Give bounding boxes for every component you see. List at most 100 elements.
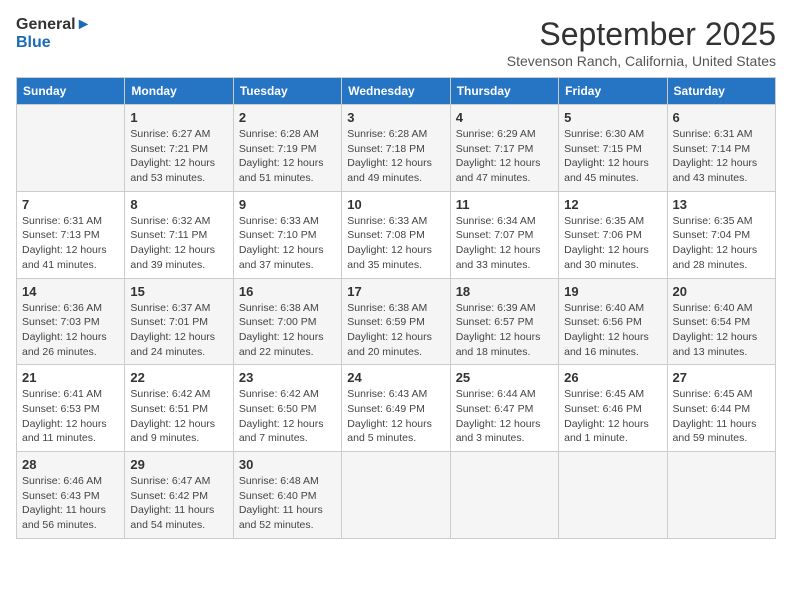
calendar-cell bbox=[17, 105, 125, 192]
day-number: 18 bbox=[456, 284, 553, 299]
calendar-cell: 4 Sunrise: 6:29 AMSunset: 7:17 PMDaylight… bbox=[450, 105, 558, 192]
calendar-table: SundayMondayTuesdayWednesdayThursdayFrid… bbox=[16, 77, 776, 539]
day-info: Sunrise: 6:35 AMSunset: 7:04 PMDaylight:… bbox=[673, 215, 758, 271]
calendar-cell: 7 Sunrise: 6:31 AMSunset: 7:13 PMDaylight… bbox=[17, 191, 125, 278]
calendar-cell: 30 Sunrise: 6:48 AMSunset: 6:40 PMDayligh… bbox=[233, 452, 341, 539]
day-info: Sunrise: 6:43 AMSunset: 6:49 PMDaylight:… bbox=[347, 388, 432, 444]
day-info: Sunrise: 6:46 AMSunset: 6:43 PMDaylight:… bbox=[22, 475, 106, 531]
calendar-cell: 1Sunrise: 6:27 AMSunset: 7:21 PMDaylight… bbox=[125, 105, 233, 192]
calendar-cell: 10Sunrise: 6:33 AMSunset: 7:08 PMDayligh… bbox=[342, 191, 450, 278]
day-number: 29 bbox=[130, 457, 227, 472]
day-info: Sunrise: 6:28 AMSunset: 7:19 PMDaylight:… bbox=[239, 128, 324, 184]
calendar-week-row: 28 Sunrise: 6:46 AMSunset: 6:43 PMDayligh… bbox=[17, 452, 776, 539]
calendar-cell: 21 Sunrise: 6:41 AMSunset: 6:53 PMDayligh… bbox=[17, 365, 125, 452]
calendar-cell: 28 Sunrise: 6:46 AMSunset: 6:43 PMDayligh… bbox=[17, 452, 125, 539]
calendar-week-row: 14Sunrise: 6:36 AMSunset: 7:03 PMDayligh… bbox=[17, 278, 776, 365]
day-number: 15 bbox=[130, 284, 227, 299]
calendar-cell: 18 Sunrise: 6:39 AMSunset: 6:57 PMDayligh… bbox=[450, 278, 558, 365]
day-number: 11 bbox=[456, 197, 553, 212]
day-info: Sunrise: 6:38 AMSunset: 7:00 PMDaylight:… bbox=[239, 302, 324, 358]
day-info: Sunrise: 6:48 AMSunset: 6:40 PMDaylight:… bbox=[239, 475, 323, 531]
day-info: Sunrise: 6:41 AMSunset: 6:53 PMDaylight:… bbox=[22, 388, 107, 444]
calendar-cell: 24 Sunrise: 6:43 AMSunset: 6:49 PMDayligh… bbox=[342, 365, 450, 452]
day-number: 5 bbox=[564, 110, 661, 125]
day-info: Sunrise: 6:44 AMSunset: 6:47 PMDaylight:… bbox=[456, 388, 541, 444]
day-info: Sunrise: 6:40 AMSunset: 6:56 PMDaylight:… bbox=[564, 302, 649, 358]
day-number: 27 bbox=[673, 370, 770, 385]
weekday-header-row: SundayMondayTuesdayWednesdayThursdayFrid… bbox=[17, 78, 776, 105]
day-number: 24 bbox=[347, 370, 444, 385]
calendar-cell: 16 Sunrise: 6:38 AMSunset: 7:00 PMDayligh… bbox=[233, 278, 341, 365]
day-number: 7 bbox=[22, 197, 119, 212]
day-info: Sunrise: 6:42 AMSunset: 6:51 PMDaylight:… bbox=[130, 388, 215, 444]
calendar-cell: 12Sunrise: 6:35 AMSunset: 7:06 PMDayligh… bbox=[559, 191, 667, 278]
calendar-cell: 9 Sunrise: 6:33 AMSunset: 7:10 PMDaylight… bbox=[233, 191, 341, 278]
calendar-cell bbox=[667, 452, 775, 539]
day-info: Sunrise: 6:35 AMSunset: 7:06 PMDaylight:… bbox=[564, 215, 649, 271]
header: General► Blue September 2025 Stevenson R… bbox=[16, 16, 776, 69]
weekday-header: Saturday bbox=[667, 78, 775, 105]
day-number: 14 bbox=[22, 284, 119, 299]
day-info: Sunrise: 6:31 AMSunset: 7:13 PMDaylight:… bbox=[22, 215, 107, 271]
day-info: Sunrise: 6:30 AMSunset: 7:15 PMDaylight:… bbox=[564, 128, 649, 184]
day-number: 1 bbox=[130, 110, 227, 125]
weekday-header: Thursday bbox=[450, 78, 558, 105]
calendar-cell: 13Sunrise: 6:35 AMSunset: 7:04 PMDayligh… bbox=[667, 191, 775, 278]
day-number: 2 bbox=[239, 110, 336, 125]
day-number: 17 bbox=[347, 284, 444, 299]
weekday-header: Tuesday bbox=[233, 78, 341, 105]
calendar-cell: 14Sunrise: 6:36 AMSunset: 7:03 PMDayligh… bbox=[17, 278, 125, 365]
calendar-cell: 11 Sunrise: 6:34 AMSunset: 7:07 PMDayligh… bbox=[450, 191, 558, 278]
day-info: Sunrise: 6:34 AMSunset: 7:07 PMDaylight:… bbox=[456, 215, 541, 271]
day-number: 6 bbox=[673, 110, 770, 125]
day-info: Sunrise: 6:38 AMSunset: 6:59 PMDaylight:… bbox=[347, 302, 432, 358]
calendar-cell: 27 Sunrise: 6:45 AMSunset: 6:44 PMDayligh… bbox=[667, 365, 775, 452]
day-info: Sunrise: 6:39 AMSunset: 6:57 PMDaylight:… bbox=[456, 302, 541, 358]
calendar-cell: 22 Sunrise: 6:42 AMSunset: 6:51 PMDayligh… bbox=[125, 365, 233, 452]
day-number: 20 bbox=[673, 284, 770, 299]
weekday-header: Wednesday bbox=[342, 78, 450, 105]
calendar-cell: 26 Sunrise: 6:45 AMSunset: 6:46 PMDayligh… bbox=[559, 365, 667, 452]
day-info: Sunrise: 6:29 AMSunset: 7:17 PMDaylight:… bbox=[456, 128, 541, 184]
calendar-cell: 17 Sunrise: 6:38 AMSunset: 6:59 PMDayligh… bbox=[342, 278, 450, 365]
calendar-cell: 2 Sunrise: 6:28 AMSunset: 7:19 PMDaylight… bbox=[233, 105, 341, 192]
day-number: 8 bbox=[130, 197, 227, 212]
title-area: September 2025 Stevenson Ranch, Californ… bbox=[507, 16, 776, 69]
day-info: Sunrise: 6:31 AMSunset: 7:14 PMDaylight:… bbox=[673, 128, 758, 184]
calendar-week-row: 1Sunrise: 6:27 AMSunset: 7:21 PMDaylight… bbox=[17, 105, 776, 192]
month-title: September 2025 bbox=[507, 16, 776, 53]
calendar-cell: 23 Sunrise: 6:42 AMSunset: 6:50 PMDayligh… bbox=[233, 365, 341, 452]
logo-line1: General► bbox=[16, 16, 91, 34]
location-title: Stevenson Ranch, California, United Stat… bbox=[507, 53, 776, 69]
calendar-cell: 15 Sunrise: 6:37 AMSunset: 7:01 PMDayligh… bbox=[125, 278, 233, 365]
day-info: Sunrise: 6:45 AMSunset: 6:44 PMDaylight:… bbox=[673, 388, 757, 444]
day-number: 26 bbox=[564, 370, 661, 385]
day-number: 23 bbox=[239, 370, 336, 385]
day-number: 4 bbox=[456, 110, 553, 125]
calendar-cell: 3Sunrise: 6:28 AMSunset: 7:18 PMDaylight… bbox=[342, 105, 450, 192]
calendar-cell: 5 Sunrise: 6:30 AMSunset: 7:15 PMDaylight… bbox=[559, 105, 667, 192]
calendar-cell bbox=[450, 452, 558, 539]
day-info: Sunrise: 6:37 AMSunset: 7:01 PMDaylight:… bbox=[130, 302, 215, 358]
day-number: 16 bbox=[239, 284, 336, 299]
day-info: Sunrise: 6:33 AMSunset: 7:10 PMDaylight:… bbox=[239, 215, 324, 271]
calendar-cell bbox=[559, 452, 667, 539]
day-info: Sunrise: 6:32 AMSunset: 7:11 PMDaylight:… bbox=[130, 215, 215, 271]
day-info: Sunrise: 6:42 AMSunset: 6:50 PMDaylight:… bbox=[239, 388, 324, 444]
day-number: 21 bbox=[22, 370, 119, 385]
day-number: 22 bbox=[130, 370, 227, 385]
day-info: Sunrise: 6:33 AMSunset: 7:08 PMDaylight:… bbox=[347, 215, 432, 271]
day-number: 3 bbox=[347, 110, 444, 125]
calendar-week-row: 21 Sunrise: 6:41 AMSunset: 6:53 PMDayligh… bbox=[17, 365, 776, 452]
day-info: Sunrise: 6:40 AMSunset: 6:54 PMDaylight:… bbox=[673, 302, 758, 358]
calendar-cell: 29 Sunrise: 6:47 AMSunset: 6:42 PMDayligh… bbox=[125, 452, 233, 539]
logo-line2: Blue bbox=[16, 34, 91, 52]
day-info: Sunrise: 6:47 AMSunset: 6:42 PMDaylight:… bbox=[130, 475, 214, 531]
day-number: 9 bbox=[239, 197, 336, 212]
day-info: Sunrise: 6:45 AMSunset: 6:46 PMDaylight:… bbox=[564, 388, 649, 444]
logo: General► Blue bbox=[16, 16, 91, 51]
weekday-header: Sunday bbox=[17, 78, 125, 105]
day-number: 28 bbox=[22, 457, 119, 472]
calendar-cell: 8 Sunrise: 6:32 AMSunset: 7:11 PMDaylight… bbox=[125, 191, 233, 278]
day-number: 30 bbox=[239, 457, 336, 472]
